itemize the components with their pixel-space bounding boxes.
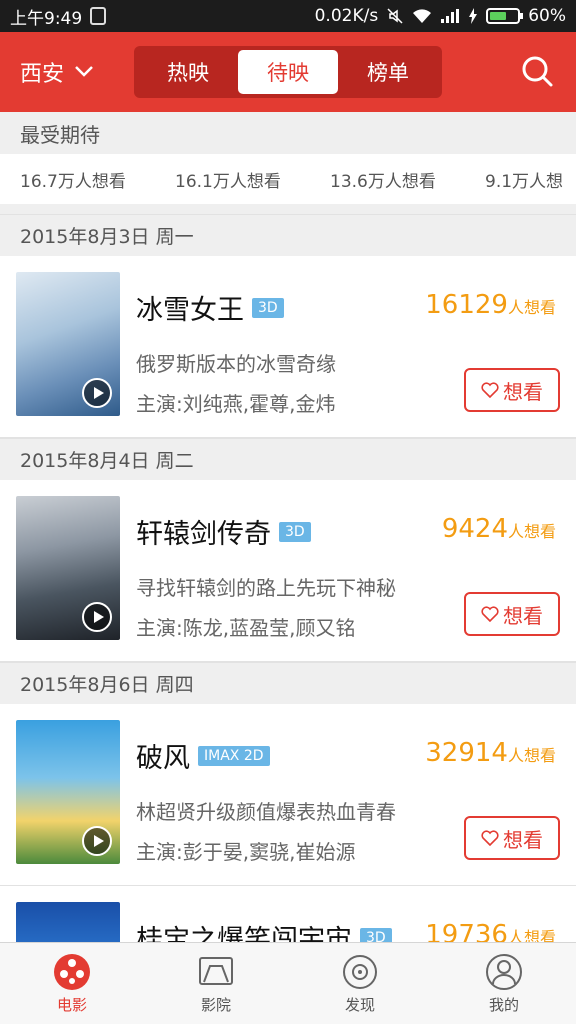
movie-cast: 主演:刘纯燕,霍尊,金炜 (136, 392, 336, 416)
want-count: 19736 人想看 (425, 920, 556, 942)
status-time: 上午9:49 (10, 8, 83, 29)
play-icon[interactable] (82, 826, 112, 856)
status-right: 0.02K/s 60% (315, 6, 566, 26)
movie-title: 冰雪女王 (136, 295, 244, 326)
want-count: 16129 人想看 (425, 290, 556, 320)
movie-title: 桂宝之爆笑闯宇宙 (136, 925, 352, 942)
nav-discover[interactable]: 发现 (288, 943, 432, 1024)
want-unit: 人想看 (507, 298, 556, 317)
want-unit: 人想看 (507, 928, 556, 942)
movie-item[interactable]: 轩辕剑传奇 3D 9424 人想看 寻找轩辕剑的路上先玩下神秘 主演:陈龙,蓝盈… (0, 480, 576, 662)
film-reel-icon (54, 954, 90, 990)
anticipated-strip[interactable]: 16.7万人想看 16.1万人想看 13.6万人想看 9.1万人想 (0, 154, 576, 204)
wifi-icon (413, 9, 432, 23)
nav-label: 电影 (56, 996, 87, 1014)
network-speed: 0.02K/s (314, 6, 379, 26)
movie-item[interactable]: 桂宝之爆笑闯宇宙 3D 19736 人想看 (0, 886, 576, 942)
want-to-watch-button[interactable]: 想看 (464, 368, 560, 412)
bottom-nav: 电影 影院 发现 我的 (0, 942, 576, 1024)
want-number: 16129 (425, 290, 508, 320)
nav-label: 我的 (488, 996, 519, 1014)
want-unit: 人想看 (507, 746, 556, 765)
movie-title-row: 轩辕剑传奇 3D (136, 512, 311, 551)
want-button-label: 想看 (503, 827, 543, 852)
movie-item[interactable]: 冰雪女王 3D 16129 人想看 俄罗斯版本的冰雪奇缘 主演:刘纯燕,霍尊,金… (0, 256, 576, 438)
play-icon[interactable] (82, 602, 112, 632)
tab-rankings[interactable]: 榜单 (338, 50, 438, 94)
play-icon[interactable] (82, 378, 112, 408)
movie-poster[interactable] (16, 902, 120, 942)
mute-icon (387, 8, 403, 24)
movie-title-row: 冰雪女王 3D (136, 288, 284, 327)
anticipated-item[interactable]: 9.1万人想 (485, 167, 576, 192)
format-badge: IMAX 2D (198, 745, 270, 766)
anticipated-item[interactable]: 16.1万人想看 (175, 167, 330, 192)
movie-poster[interactable] (16, 496, 120, 640)
movie-cast: 主演:陈龙,蓝盈莹,顾又铭 (136, 616, 356, 640)
movie-cast: 主演:彭于晏,窦骁,崔始源 (136, 840, 356, 864)
movie-list[interactable]: 最受期待 16.7万人想看 16.1万人想看 13.6万人想看 9.1万人想 2… (0, 112, 576, 942)
want-number: 32914 (425, 738, 508, 768)
date-header: 2015年8月4日 周二 (0, 438, 576, 480)
movie-tabs: 热映 待映 榜单 (134, 46, 442, 98)
notification-icon (90, 7, 107, 25)
format-badge: 3D (252, 297, 284, 318)
nav-label: 发现 (344, 996, 375, 1014)
battery-percent: 60% (528, 6, 566, 26)
city-label: 西安 (20, 62, 65, 87)
search-icon[interactable] (520, 54, 554, 88)
want-unit: 人想看 (507, 522, 556, 541)
anticipated-item[interactable]: 16.7万人想看 (20, 167, 175, 192)
nav-profile[interactable]: 我的 (432, 943, 576, 1024)
want-to-watch-button[interactable]: 想看 (464, 816, 560, 860)
charging-icon (469, 8, 478, 24)
divider (0, 204, 576, 214)
discover-icon (343, 955, 377, 989)
nav-movies[interactable]: 电影 (0, 943, 144, 1024)
signal-icon (441, 9, 460, 23)
want-number: 19736 (425, 920, 508, 942)
status-bar: 上午9:49 0.02K/s 60% (0, 0, 576, 32)
movie-title: 破风 (136, 743, 190, 774)
movie-item[interactable]: 破风 IMAX 2D 32914 人想看 林超贤升级颜值爆表热血青春 主演:彭于… (0, 704, 576, 886)
tab-now-showing[interactable]: 热映 (138, 50, 238, 94)
anticipated-item[interactable]: 13.6万人想看 (330, 167, 485, 192)
date-header: 2015年8月3日 周一 (0, 214, 576, 256)
movie-title-row: 破风 IMAX 2D (136, 736, 270, 775)
want-button-label: 想看 (503, 379, 543, 404)
want-button-label: 想看 (503, 603, 543, 628)
want-number: 9424 (441, 514, 508, 544)
movie-description: 俄罗斯版本的冰雪奇缘 (136, 352, 336, 376)
city-selector[interactable]: 西安 (20, 56, 94, 88)
movie-title-row: 桂宝之爆笑闯宇宙 3D (136, 918, 392, 942)
nav-cinemas[interactable]: 影院 (144, 943, 288, 1024)
tab-coming-soon[interactable]: 待映 (238, 50, 338, 94)
movie-description: 寻找轩辕剑的路上先玩下神秘 (136, 576, 396, 600)
movie-poster[interactable] (16, 272, 120, 416)
nav-label: 影院 (200, 996, 231, 1014)
movie-poster[interactable] (16, 720, 120, 864)
cinema-icon (199, 957, 233, 985)
heart-icon (481, 830, 499, 846)
chevron-down-icon (75, 66, 93, 77)
format-badge: 3D (279, 521, 311, 542)
movie-description: 林超贤升级颜值爆表热血青春 (136, 800, 396, 824)
app-header: 西安 热映 待映 榜单 (0, 32, 576, 112)
date-header: 2015年8月6日 周四 (0, 662, 576, 704)
want-to-watch-button[interactable]: 想看 (464, 592, 560, 636)
section-title: 最受期待 (0, 112, 576, 154)
want-count: 32914 人想看 (425, 738, 556, 768)
movie-title: 轩辕剑传奇 (136, 519, 271, 550)
heart-icon (481, 606, 499, 622)
battery-icon (486, 8, 524, 24)
profile-icon (486, 954, 522, 990)
want-count: 9424 人想看 (442, 514, 556, 544)
heart-icon (481, 382, 499, 398)
format-badge: 3D (360, 927, 392, 942)
